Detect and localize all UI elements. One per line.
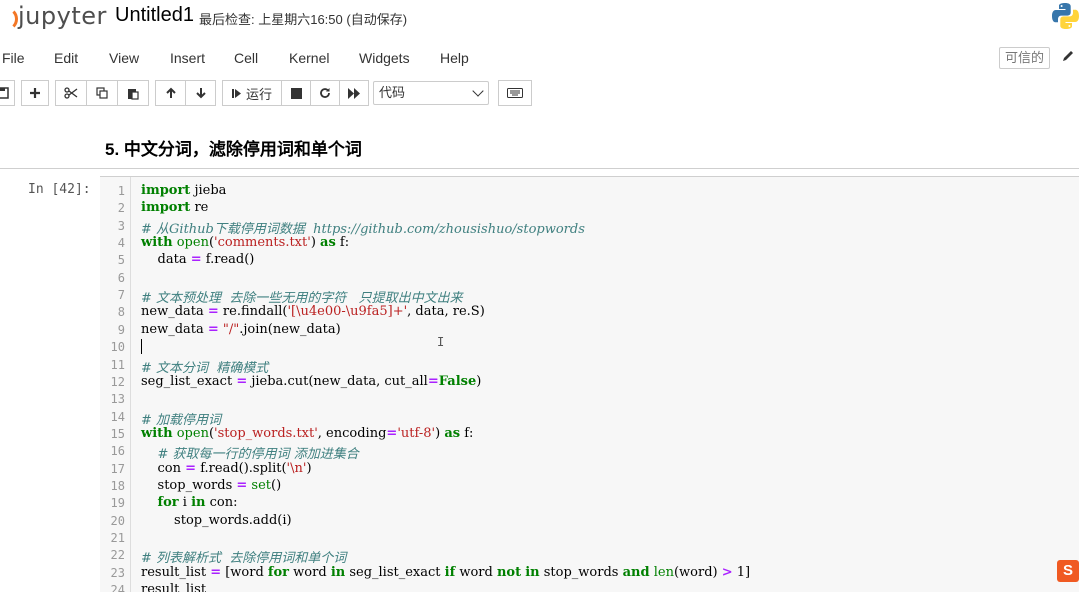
paste-icon — [128, 88, 139, 100]
code-line[interactable]: seg_list_exact = jieba.cut(new_data, cut… — [141, 374, 481, 389]
line-number: 2 — [117, 201, 125, 216]
run-label: 运行 — [245, 86, 272, 102]
line-number: 17 — [110, 461, 125, 476]
line-number: 4 — [117, 236, 125, 251]
jupyter-ring-icon — [0, 4, 16, 28]
pencil-icon[interactable] — [1062, 50, 1074, 64]
arrow-up-icon — [165, 87, 176, 98]
menu-kernel[interactable]: Kernel — [289, 50, 329, 66]
line-number: 9 — [117, 322, 125, 337]
cut-icon — [64, 87, 78, 99]
code-line[interactable]: # 从Github下载停用词数据 https://github.com/zhou… — [141, 218, 585, 237]
paste-button[interactable] — [117, 80, 149, 106]
line-number: 21 — [110, 531, 125, 545]
code-line[interactable]: new_data = re.findall('[\u4e00-\u9fa5]+'… — [141, 304, 485, 319]
code-line[interactable]: import re — [141, 200, 208, 215]
line-number: 1 — [117, 184, 125, 198]
save-icon — [0, 87, 9, 99]
line-number: 5 — [117, 253, 125, 268]
app-name: jupyter — [18, 2, 107, 30]
cell-type-value: 代码 — [379, 85, 406, 100]
line-number: 20 — [110, 513, 125, 528]
code-line[interactable]: # 获取每一行的停用词 添加进集合 — [141, 443, 359, 462]
input-prompt: In [42]: — [28, 182, 91, 197]
stop-icon — [290, 87, 302, 99]
step-forward-icon — [231, 88, 241, 98]
insert-cell-button[interactable] — [21, 80, 49, 106]
line-number: 22 — [110, 548, 125, 563]
arrow-down-icon — [195, 88, 206, 99]
line-number: 13 — [110, 392, 125, 407]
keyboard-icon — [507, 88, 523, 98]
fast-forward-icon — [347, 87, 360, 99]
trusted-indicator[interactable]: 可信的 — [999, 47, 1050, 69]
copy-icon — [96, 87, 108, 99]
menu-cell[interactable]: Cell — [234, 50, 258, 66]
code-line[interactable]: with open('stop_words.txt', encoding='ut… — [141, 426, 473, 441]
cut-button[interactable] — [55, 80, 87, 106]
code-line[interactable]: # 文本预处理 去除一些无用的字符 只提取出中文出来 — [141, 287, 463, 306]
line-number: 7 — [117, 288, 125, 303]
code-line[interactable]: # 加载停用词 — [141, 409, 221, 428]
line-number: 19 — [110, 496, 125, 511]
move-down-button[interactable] — [185, 80, 216, 106]
interrupt-button[interactable] — [281, 80, 311, 106]
code-line[interactable]: data = f.read() — [141, 252, 255, 267]
menu-widgets[interactable]: Widgets — [359, 50, 410, 66]
code-line[interactable]: con = f.read().split('\n') — [141, 461, 312, 476]
line-number: 14 — [110, 409, 125, 424]
notebook-name[interactable]: Untitled1 — [115, 4, 194, 27]
code-line[interactable]: stop_words = set() — [141, 478, 282, 493]
move-up-button[interactable] — [155, 80, 186, 106]
markdown-heading[interactable]: 5. 中文分词，滤除停用词和单个词 — [105, 135, 362, 160]
plus-icon — [30, 88, 40, 98]
code-line[interactable]: # 文本分词 精确模式 — [141, 357, 268, 376]
menu-bar: File Edit View Insert Cell Kernel Widget… — [0, 44, 1079, 72]
line-number: 16 — [110, 444, 125, 459]
chevron-down-icon — [472, 85, 484, 97]
copy-button[interactable] — [86, 80, 118, 106]
code-line[interactable]: import jieba — [141, 183, 226, 198]
restart-run-all-button[interactable] — [339, 80, 369, 106]
save-button[interactable] — [0, 80, 15, 106]
line-number: 18 — [110, 478, 125, 493]
cell-type-select[interactable]: 代码 — [373, 81, 489, 105]
text-cursor — [141, 339, 142, 354]
code-line[interactable]: result_list — [141, 582, 206, 592]
code-line[interactable]: with open('comments.txt') as f: — [141, 235, 349, 250]
line-number: 11 — [110, 357, 125, 372]
restart-button[interactable] — [310, 80, 340, 106]
cell-divider — [0, 168, 1079, 169]
line-number: 8 — [117, 305, 125, 320]
header: jupyter Untitled1 最后检查: 上星期六16:50 (自动保存) — [0, 0, 1079, 36]
menu-file[interactable]: File — [2, 50, 25, 66]
line-number: 23 — [110, 565, 125, 580]
run-button[interactable]: 运行 — [222, 80, 282, 106]
line-number: 10 — [110, 340, 125, 355]
python-icon — [1052, 3, 1079, 29]
jupyter-logo[interactable]: jupyter — [0, 0, 107, 32]
checkpoint-status: 最后检查: 上星期六16:50 (自动保存) — [199, 12, 408, 27]
code-line[interactable]: # 列表解析式 去除停用词和单个词 — [141, 547, 346, 566]
code-line[interactable]: for i in con: — [141, 495, 238, 510]
sogou-ime-icon[interactable]: S — [1057, 560, 1079, 582]
command-palette-button[interactable] — [498, 80, 532, 106]
line-number: 12 — [110, 374, 125, 389]
line-number: 3 — [117, 218, 125, 233]
menu-insert[interactable]: Insert — [170, 50, 205, 66]
code-line[interactable]: stop_words.add(i) — [141, 513, 292, 528]
restart-icon — [320, 88, 330, 98]
ibeam-cursor-icon: I — [437, 335, 445, 349]
menu-edit[interactable]: Edit — [54, 50, 78, 66]
menu-view[interactable]: View — [109, 50, 139, 66]
code-line[interactable]: new_data = "/".join(new_data) — [141, 322, 341, 337]
code-line[interactable]: result_list = [word for word in seg_list… — [141, 565, 750, 580]
line-number: 6 — [117, 270, 125, 285]
menu-help[interactable]: Help — [440, 50, 469, 66]
toolbar: 运行 代码 — [0, 80, 1079, 106]
line-number: 15 — [110, 426, 125, 441]
line-number: 24 — [110, 583, 125, 592]
